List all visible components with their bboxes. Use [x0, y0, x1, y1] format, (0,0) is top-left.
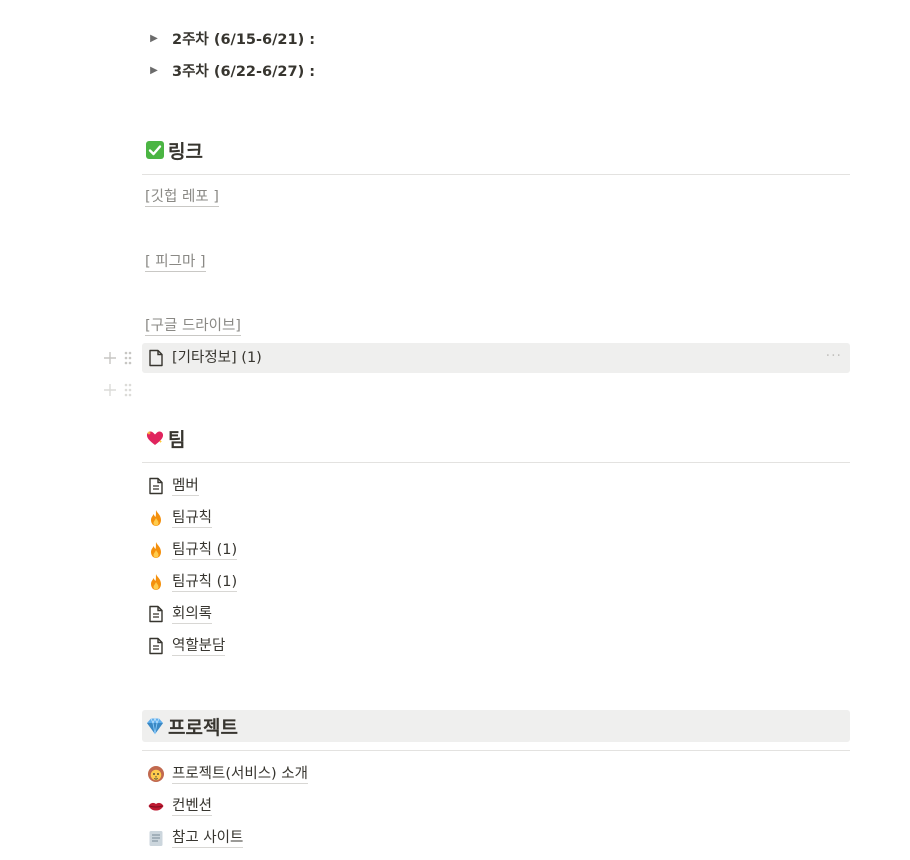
page-title: 멤버 — [172, 477, 199, 496]
fire-icon — [145, 571, 167, 593]
add-block-icon[interactable] — [103, 382, 117, 401]
toggle-label: 3주차 (6/22-6/27) : — [172, 63, 316, 80]
section-title: 팀 — [168, 428, 186, 451]
page-item-reference-sites[interactable]: 참고 사이트 — [142, 823, 850, 853]
toggle-arrow-icon[interactable]: ▶ — [142, 33, 166, 44]
figma-link[interactable]: [ 피그마 ] — [145, 253, 206, 272]
section-title: 프로젝트 — [168, 716, 238, 739]
page-icon — [145, 603, 167, 625]
lion-icon — [145, 763, 167, 785]
memo-icon — [145, 827, 167, 849]
page-title: 팀규칙 (1) — [172, 573, 238, 592]
page-title: 컨벤션 — [172, 797, 213, 816]
lips-icon — [145, 795, 167, 817]
page-icon — [145, 635, 167, 657]
add-block-icon[interactable] — [103, 350, 117, 369]
page-item-convention[interactable]: 컨벤션 — [142, 791, 850, 821]
toggle-week-3[interactable]: ▶ 3주차 (6/22-6/27) : — [142, 56, 842, 84]
more-options-icon[interactable]: ··· — [826, 348, 842, 364]
divider — [142, 750, 850, 751]
section-title: 링크 — [168, 140, 203, 163]
links-heading: 링크 — [145, 134, 203, 166]
gem-stone-icon — [145, 716, 165, 736]
project-heading: 프로젝트 — [145, 710, 238, 742]
sparkling-heart-icon — [145, 428, 165, 448]
page-item-etc-info[interactable]: [기타정보] (1) ··· — [142, 343, 850, 373]
github-repo-link[interactable]: [깃헙 레포 ] — [145, 188, 219, 207]
page-item-project-intro[interactable]: 프로젝트(서비스) 소개 — [142, 759, 850, 789]
page-item-team-rules-1b[interactable]: 팀규칙 (1) — [142, 567, 850, 597]
page-item-team-rules[interactable]: 팀규칙 — [142, 503, 850, 533]
fire-icon — [145, 539, 167, 561]
page-title: 참고 사이트 — [172, 829, 244, 848]
project-heading-bg — [142, 710, 850, 742]
divider — [142, 174, 850, 175]
google-drive-link[interactable]: [구글 드라이브] — [145, 317, 241, 336]
page-title: 역할분담 — [172, 637, 226, 656]
page-title: 팀규칙 — [172, 509, 213, 528]
page-item-meeting-notes[interactable]: 회의록 — [142, 599, 850, 629]
page-item-members[interactable]: 멤버 — [142, 471, 850, 501]
page-icon — [145, 347, 167, 369]
page-item-roles[interactable]: 역할분담 — [142, 631, 850, 661]
page-item-team-rules-1[interactable]: 팀규칙 (1) — [142, 535, 850, 565]
page-title: [기타정보] (1) — [172, 350, 262, 366]
block-gutter — [103, 350, 133, 369]
drag-handle-icon[interactable] — [123, 350, 133, 369]
block-gutter-empty — [103, 382, 133, 401]
page-title: 프로젝트(서비스) 소개 — [172, 765, 308, 784]
page-icon — [145, 475, 167, 497]
divider — [142, 462, 850, 463]
drag-handle-icon[interactable] — [123, 382, 133, 401]
team-heading: 팀 — [145, 422, 185, 454]
toggle-arrow-icon[interactable]: ▶ — [142, 65, 166, 76]
fire-icon — [145, 507, 167, 529]
page-title: 팀규칙 (1) — [172, 541, 238, 560]
toggle-label: 2주차 (6/15-6/21) : — [172, 31, 316, 48]
page-title: 회의록 — [172, 605, 213, 624]
check-mark-button-icon — [145, 140, 165, 160]
toggle-week-2[interactable]: ▶ 2주차 (6/15-6/21) : — [142, 24, 842, 52]
